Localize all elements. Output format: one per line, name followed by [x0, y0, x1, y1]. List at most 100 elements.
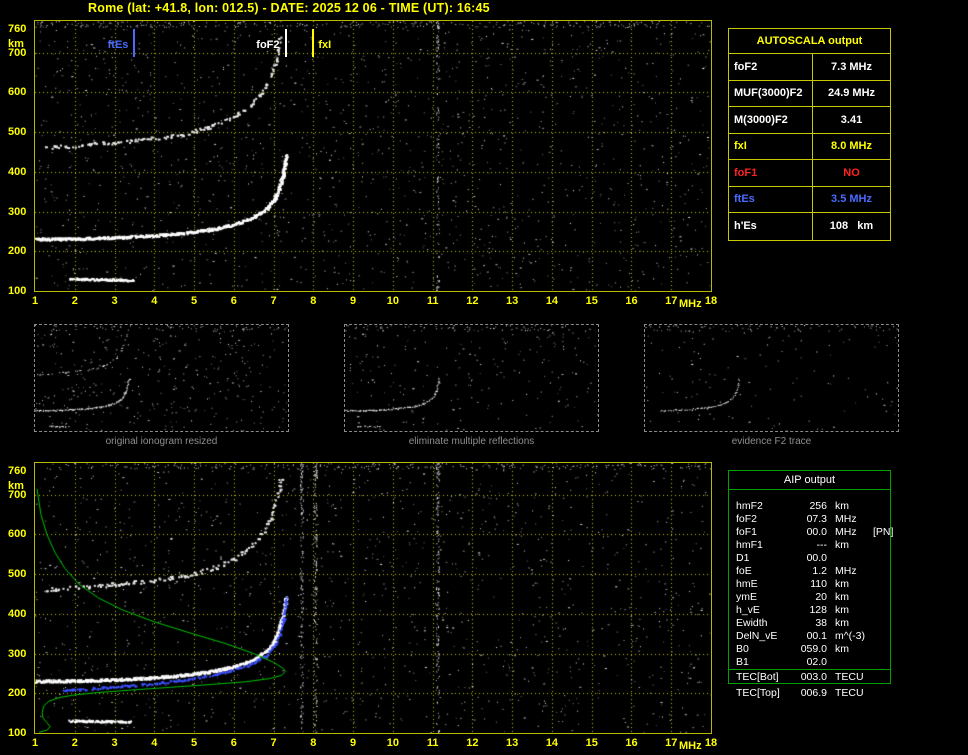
y-tick-label: 760 [8, 464, 27, 477]
autoscala-param-value: 3.41 [840, 113, 863, 126]
aip-param-unit: km [835, 617, 849, 629]
thumbnail-canvas-2 [645, 325, 898, 431]
aip-param-unit: km [835, 604, 849, 616]
autoscala-row-ftes: ftEs 3.5 MHz [729, 186, 890, 213]
ionogram-canvas-bottom [35, 463, 711, 733]
x-tick-label: 6 [230, 295, 237, 307]
autoscala-row-fxi: fxI 8.0 MHz [729, 133, 890, 160]
x-tick-label: 3 [111, 295, 118, 307]
aip-param-extra [873, 552, 890, 565]
autoscala-row-muf3000f2: MUF(3000)F2 24.9 MHz [729, 80, 890, 107]
x-tick-label: 15 [585, 295, 598, 307]
aip-param-name: hmF1 [736, 539, 763, 551]
x-tick-label: 8 [310, 295, 317, 307]
aip-param-extra [873, 604, 890, 617]
aip-row-foe: foE 1.2 MHz [729, 565, 890, 578]
autoscala-row-fof1: foF1 NO [729, 160, 890, 187]
autoscala-row-m3000f2: M(3000)F2 3.41 [729, 107, 890, 134]
autoscala-row-hes: h'Es 108 km [729, 213, 890, 240]
aip-param-unit: MHz [835, 526, 857, 538]
y-tick-label: 400 [8, 165, 27, 178]
autoscala-param-label: fxI [729, 133, 813, 159]
y-tick-label: 100 [8, 727, 27, 739]
aip-param-unit: MHz [835, 565, 857, 577]
thumbnail-caption-1: eliminate multiple reflections [408, 436, 535, 447]
aip-param-value: 20 [815, 591, 827, 603]
x-tick-label: 9 [350, 737, 357, 749]
aip-row-ewidth: Ewidth 38 km [729, 617, 890, 630]
y-tick-label: 100 [8, 285, 27, 297]
aip-param-name: Ewidth [736, 617, 768, 629]
x-tick-label: 16 [625, 295, 638, 307]
aip-param-unit: km [835, 578, 849, 590]
aip-param-name: h_vE [736, 604, 760, 616]
aip-param-value: 38 [815, 617, 827, 629]
aip-row-d1: D1 00.0 [729, 552, 890, 565]
x-tick-label: 4 [151, 737, 158, 749]
aip-param-value: 00.0 [806, 552, 827, 564]
aip-param-name: foF1 [736, 526, 758, 538]
aip-param-value: 07.3 [806, 513, 827, 525]
y-tick-label: 300 [8, 647, 27, 660]
autoscala-param-label: MUF(3000)F2 [729, 80, 813, 106]
thumbnail-caption-0: original ionogram resized [105, 436, 218, 447]
x-tick-label: 18 [704, 295, 718, 307]
autoscala-param-label: foF1 [729, 160, 813, 186]
autoscala-param-value: 7.3 MHz [831, 60, 872, 73]
aip-row-hme: hmE 110 km [729, 578, 890, 591]
y-tick-label: 400 [8, 607, 27, 620]
y-tick-label: 200 [8, 687, 27, 700]
aip-param-extra [873, 643, 890, 656]
y-tick-label: 500 [8, 126, 27, 139]
y-tick-label: 300 [8, 205, 27, 218]
aip-param-value: 00.0 [806, 526, 827, 538]
x-tick-label: 7 [270, 737, 277, 749]
aip-param-unit: km [835, 500, 849, 512]
autoscala-param-label: ftEs [729, 186, 813, 212]
x-tick-label: 5 [190, 295, 198, 307]
x-tick-label: 9 [350, 295, 357, 307]
aip-param-extra [873, 656, 890, 669]
x-tick-label: 12 [466, 295, 479, 307]
aip-param-name: B0 [736, 643, 749, 655]
x-axis-unit-mhz-bottom: MHz [679, 740, 702, 752]
aip-row-b0: B0 059.0 km [729, 643, 890, 656]
aip-row-b1: B1 02.0 [729, 656, 890, 669]
x-tick-label: 5 [190, 737, 198, 749]
aip-param-extra [873, 565, 890, 578]
thumbnail-canvas-1 [345, 325, 598, 431]
y-tick-label: 600 [8, 86, 27, 99]
x-tick-label: 2 [71, 737, 78, 749]
autoscala-table-header: AUTOSCALA output [729, 29, 890, 54]
aip-param-unit: MHz [835, 513, 857, 525]
aip-param-value: 110 [810, 578, 827, 590]
ionogram-plot-top: ftEs foF2 fxI [34, 20, 712, 292]
aip-param-name: TEC[Top] [736, 687, 780, 699]
aip-param-name: B1 [736, 656, 749, 668]
autoscala-row-fof2: foF2 7.3 MHz [729, 54, 890, 81]
x-tick-label: 4 [151, 295, 158, 307]
thumbnail-canvas-0 [35, 325, 288, 431]
autoscala-param-value: 24.9 MHz [827, 87, 876, 100]
aip-param-extra [873, 513, 890, 526]
x-tick-label: 1 [31, 737, 39, 749]
aip-param-extra: [PN] [873, 526, 894, 538]
station-date-header: Rome (lat: +41.8, lon: 012.5) - DATE: 20… [88, 1, 490, 15]
aip-rows: hmF2 256 km foF2 07.3 MHz foF1 00.0 MHz [PN] hm… [729, 490, 894, 683]
aip-param-value: 006.9 [800, 687, 827, 699]
x-tick-label: 11 [426, 737, 439, 749]
aip-param-value: 1.2 [812, 565, 827, 577]
aip-param-name: foE [736, 565, 752, 577]
aip-param-extra [873, 500, 890, 513]
aip-param-name: hmF2 [736, 500, 763, 512]
aip-param-value: 256 [809, 500, 827, 512]
aip-param-unit: TECU [835, 687, 864, 699]
aip-param-value: 128 [809, 604, 827, 616]
y-tick-label: 760 [8, 22, 27, 35]
aip-param-unit: TECU [835, 671, 864, 683]
x-axis-unit-mhz-top: MHz [679, 298, 702, 310]
autoscala-param-value: NO [843, 166, 860, 179]
y-tick-label: 200 [8, 245, 27, 258]
thumbnail-original-ionogram [34, 324, 289, 432]
aip-row-hmf1: hmF1 --- km [729, 539, 890, 552]
